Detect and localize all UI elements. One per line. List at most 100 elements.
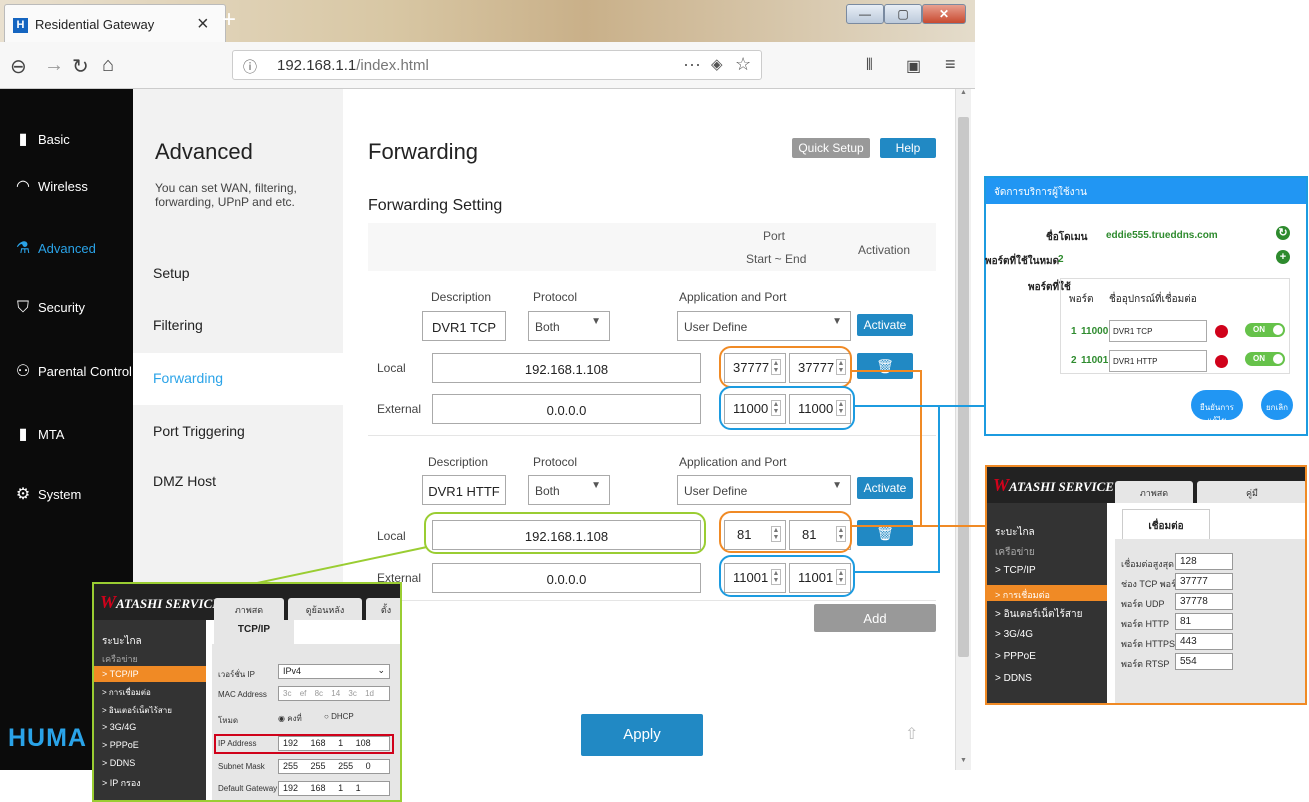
remove-icon[interactable] xyxy=(1215,325,1228,338)
reload-icon[interactable]: ↻ xyxy=(72,54,89,79)
minimize-button[interactable]: — xyxy=(846,4,884,24)
external-ip-input[interactable]: 0.0.0.0 xyxy=(432,563,701,593)
url-bar[interactable]: ⓘ 192.168.1.1/index.html ··· ◈ ☆ xyxy=(232,50,762,80)
menu-tcpip[interactable]: > TCP/IP xyxy=(995,565,1036,576)
scroll-down-icon[interactable]: ▼ xyxy=(960,757,967,764)
max-connection-input[interactable]: 128 xyxy=(1175,553,1233,570)
external-ip-input[interactable]: 0.0.0.0 xyxy=(432,394,701,424)
menu-ddns[interactable]: > DDNS xyxy=(995,673,1032,684)
toggle-switch[interactable]: ON xyxy=(1245,323,1285,337)
https-port-input[interactable]: 443 xyxy=(1175,633,1233,650)
scroll-up-icon[interactable]: ▲ xyxy=(960,89,967,96)
home-icon[interactable]: ⌂ xyxy=(102,54,114,77)
tcp-port-input[interactable]: 37777 xyxy=(1175,573,1233,590)
sidebar-item-mta[interactable]: ▮ MTA xyxy=(12,424,65,444)
submenu-item-port-triggering[interactable]: Port Triggering xyxy=(153,423,245,439)
scroll-thumb[interactable] xyxy=(958,117,969,657)
ip-address-input[interactable]: 192 168 1 108 xyxy=(278,736,390,751)
submenu-item-dmz-host[interactable]: DMZ Host xyxy=(153,473,216,489)
description-input[interactable]: DVR1 HTTF xyxy=(422,475,506,505)
tab-live[interactable]: ภาพสด xyxy=(214,598,284,620)
menu-wireless[interactable]: > อินเตอร์เน็ตไร้สาย xyxy=(102,704,172,717)
quick-setup-button[interactable]: Quick Setup xyxy=(792,138,870,158)
sidebar-item-basic[interactable]: ▮ Basic xyxy=(12,129,70,149)
remote-menu[interactable]: ระบะไกล xyxy=(995,525,1035,540)
device-name-input[interactable]: DVR1 TCP xyxy=(1109,320,1207,342)
description-input[interactable]: DVR1 TCP xyxy=(422,311,506,341)
field-label: MAC Address xyxy=(218,690,267,699)
network-menu[interactable]: เครือข่าย xyxy=(102,652,138,666)
application-select[interactable]: User Define ▼ xyxy=(677,311,851,341)
sidebar-icon[interactable]: ▣ xyxy=(906,56,921,76)
device-name-input[interactable]: DVR1 HTTP xyxy=(1109,350,1207,372)
pocket-icon[interactable]: ◈ xyxy=(711,55,723,73)
mode-dhcp-radio[interactable]: ○ DHCP xyxy=(324,712,354,721)
menu-pppoe[interactable]: > PPPoE xyxy=(102,740,139,750)
submenu-item-filtering[interactable]: Filtering xyxy=(153,317,203,333)
remove-icon[interactable] xyxy=(1215,355,1228,368)
sidebar-item-parental[interactable]: ⚇ Parental Control xyxy=(12,361,132,381)
menu-wireless[interactable]: > อินเตอร์เน็ตไร้สาย xyxy=(995,607,1082,622)
radio-unchecked-icon: ○ xyxy=(324,712,329,721)
network-menu[interactable]: เครือข่าย xyxy=(995,545,1035,560)
menu-icon[interactable]: ≡ xyxy=(945,54,956,75)
menu-connection-active[interactable]: > การเชื่อมต่อ xyxy=(987,585,1107,601)
cancel-button[interactable]: ยกเลิก xyxy=(1261,390,1293,420)
back-icon[interactable]: ⊖ xyxy=(10,54,27,79)
protocol-label: Protocol xyxy=(533,290,578,304)
delete-button[interactable]: 🗑 xyxy=(857,353,913,379)
add-button[interactable]: Add xyxy=(814,604,936,632)
maximize-button[interactable]: ▢ xyxy=(884,4,922,24)
tab-playback[interactable]: ดูย้อนหลัง xyxy=(288,598,362,620)
menu-ip-filter[interactable]: > IP กรอง xyxy=(102,776,141,790)
info-icon[interactable]: ⓘ xyxy=(243,57,257,77)
scroll-top-icon[interactable]: ⇧ xyxy=(905,724,918,744)
submenu-description: You can set WAN, filtering, forwarding, … xyxy=(155,181,297,209)
submenu-item-forwarding[interactable]: Forwarding xyxy=(153,370,223,386)
gateway-input[interactable]: 192 168 1 1 xyxy=(278,781,390,796)
apply-button[interactable]: Apply xyxy=(581,714,703,756)
menu-tcpip-active[interactable]: > TCP/IP xyxy=(94,666,206,682)
tab-settings[interactable]: ตั้ง xyxy=(366,598,400,620)
menu-ddns[interactable]: > DDNS xyxy=(102,758,135,768)
menu-3g4g[interactable]: > 3G/4G xyxy=(102,722,136,732)
tab-manual[interactable]: คู่มื xyxy=(1197,481,1305,503)
activate-button[interactable]: Activate xyxy=(857,477,913,499)
menu-3g4g[interactable]: > 3G/4G xyxy=(995,629,1033,640)
protocol-select[interactable]: Both ▼ xyxy=(528,311,610,341)
confirm-button[interactable]: ยืนยันการแก้ไข xyxy=(1191,390,1243,425)
delete-button[interactable]: 🗑 xyxy=(857,520,913,546)
application-select[interactable]: User Define ▼ xyxy=(677,475,851,505)
udp-port-input[interactable]: 37778 xyxy=(1175,593,1233,610)
sidebar-item-wireless[interactable]: ◠ Wireless xyxy=(12,176,88,196)
remote-menu[interactable]: ระบะไกล xyxy=(102,634,142,649)
http-port-input[interactable]: 81 xyxy=(1175,613,1233,630)
subnet-mask-input[interactable]: 255 255 255 0 xyxy=(278,759,390,774)
rtsp-port-input[interactable]: 554 xyxy=(1175,653,1233,670)
bookmark-star-icon[interactable]: ☆ xyxy=(735,54,751,75)
more-icon[interactable]: ··· xyxy=(683,54,701,75)
refresh-icon[interactable]: ↻ xyxy=(1276,226,1290,240)
add-icon[interactable]: + xyxy=(1276,250,1290,264)
tab-live[interactable]: ภาพสด xyxy=(1115,481,1193,503)
help-button[interactable]: Help xyxy=(880,138,936,158)
close-window-button[interactable]: ✕ xyxy=(922,4,966,24)
menu-connection[interactable]: > การเชื่อมต่อ xyxy=(102,686,151,699)
menu-pppoe[interactable]: > PPPoE xyxy=(995,651,1036,662)
ip-version-select[interactable]: IPv4 ⌄ xyxy=(278,664,390,679)
library-icon[interactable]: ⫴ xyxy=(866,57,873,75)
local-ip-input[interactable]: 192.168.1.108 xyxy=(432,353,701,383)
sidebar-item-advanced[interactable]: ⚗ Advanced xyxy=(12,238,96,258)
sidebar-item-system[interactable]: ⚙ System xyxy=(12,484,82,504)
close-tab-icon[interactable]: × xyxy=(197,13,209,36)
new-tab-icon[interactable]: + xyxy=(222,6,236,34)
submenu-item-setup[interactable]: Setup xyxy=(153,265,190,281)
protocol-select[interactable]: Both ▼ xyxy=(528,475,610,505)
mode-static-radio[interactable]: ◉ คงที่ xyxy=(278,712,302,725)
activate-button[interactable]: Activate xyxy=(857,314,913,336)
page-scrollbar[interactable]: ▲ ▼ xyxy=(955,89,971,770)
sidebar-item-security[interactable]: ⛉ Security xyxy=(12,299,85,317)
toggle-switch[interactable]: ON xyxy=(1245,352,1285,366)
forward-icon[interactable]: → xyxy=(44,54,64,77)
browser-tab[interactable]: H Residential Gateway × xyxy=(4,4,226,42)
